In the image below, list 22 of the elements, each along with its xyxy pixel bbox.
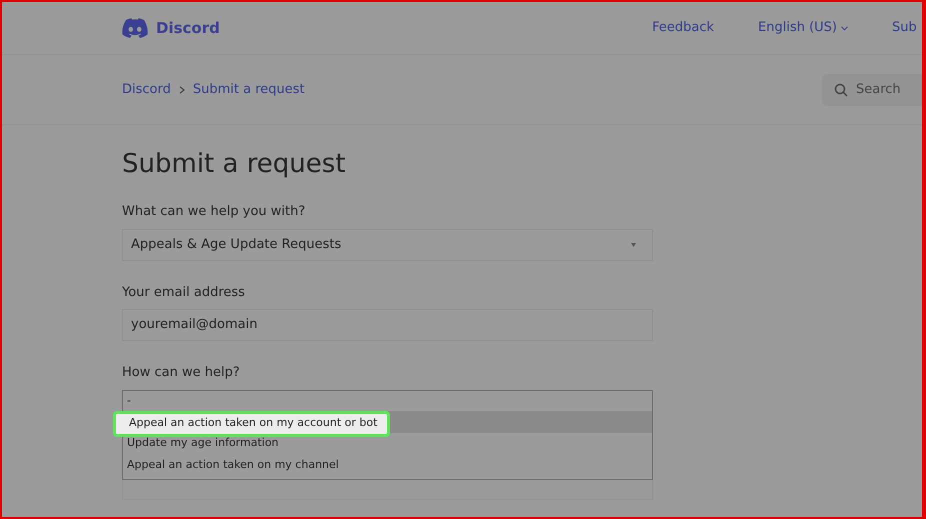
dropdown-option[interactable]: Appeal an action taken on my channel <box>123 454 652 476</box>
nav-link[interactable]: Sub <box>892 18 922 38</box>
chevron-down-icon <box>841 26 848 30</box>
nav-link[interactable]: Feedback <box>652 18 714 38</box>
dropdown-option[interactable]: Appeal an action taken on my account or bot <box>113 410 390 436</box>
chevron-right-icon <box>178 86 185 94</box>
logo-text: Discord <box>156 18 220 39</box>
select-field[interactable]: Appeals & Age Update Requests <box>122 228 653 260</box>
discord-logo-icon <box>122 18 148 38</box>
breadcrumb-link[interactable]: Discord <box>122 80 171 100</box>
field-label: Your email address <box>122 284 246 302</box>
field-label: What can we help you with? <box>122 203 306 221</box>
dropdown-arrow-icon <box>631 242 636 246</box>
search-icon <box>834 82 848 96</box>
page-title: Submit a request <box>122 151 347 177</box>
input-field[interactable]: youremail@domain <box>122 309 653 341</box>
search-field[interactable]: Search <box>822 74 922 106</box>
field-label: How can we help? <box>122 364 241 382</box>
dropdown-value[interactable]: - <box>123 390 652 412</box>
language-menu[interactable]: English (US) <box>758 18 848 38</box>
breadcrumb-link[interactable]: Submit a request <box>192 80 305 100</box>
input-field[interactable] <box>122 480 653 500</box>
